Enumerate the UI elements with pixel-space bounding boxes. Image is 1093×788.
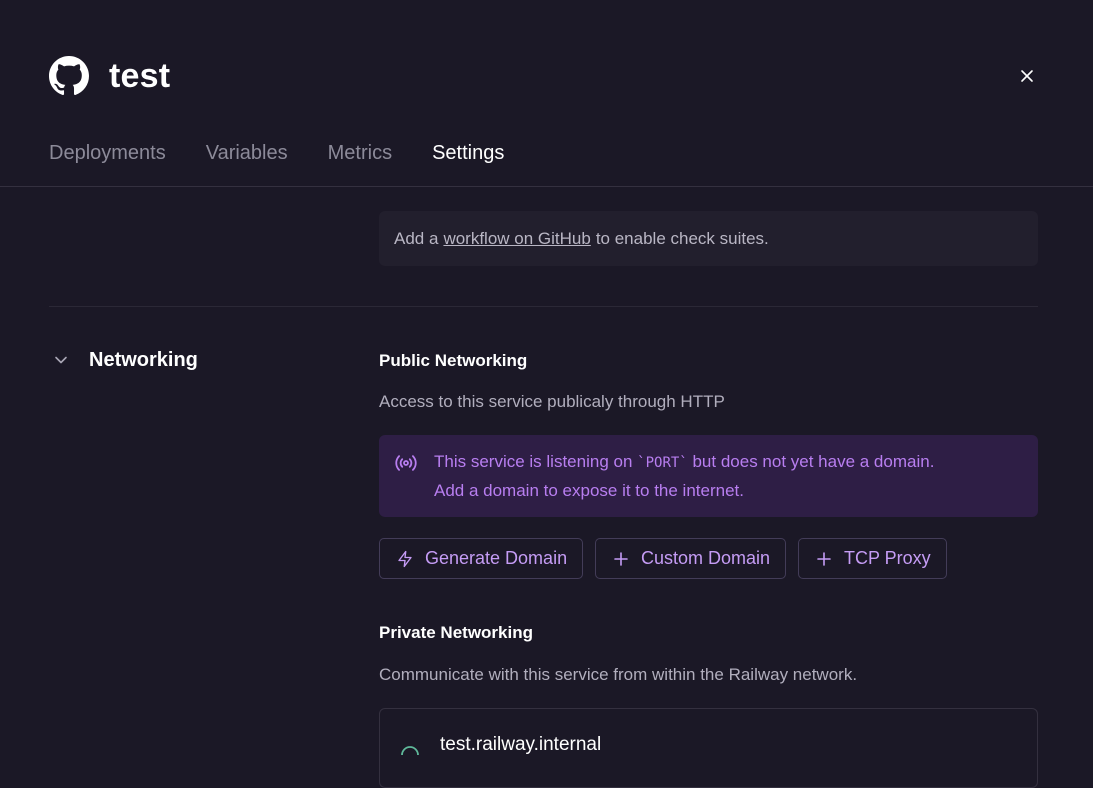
custom-domain-button[interactable]: Custom Domain [595, 538, 787, 579]
check-suites-suffix: to enable check suites. [595, 228, 769, 248]
networking-section-label: Networking [89, 348, 198, 371]
plus-icon [611, 549, 631, 569]
github-icon [49, 56, 89, 96]
tab-bar: Deployments Variables Metrics Settings [49, 142, 544, 187]
service-header: test [49, 56, 170, 96]
private-networking-title: Private Networking [379, 623, 533, 642]
alert-line2: Add a domain to expose it to the interne… [434, 481, 744, 500]
tab-settings[interactable]: Settings [432, 142, 505, 187]
service-title: test [109, 56, 171, 95]
section-divider [49, 306, 1038, 307]
close-icon [1021, 70, 1033, 82]
workflow-github-link[interactable]: workflow on GitHub [443, 229, 590, 249]
tab-metrics[interactable]: Metrics [328, 142, 392, 186]
check-suites-prefix: Add a [394, 228, 439, 248]
tcp-proxy-label: TCP Proxy [844, 548, 931, 568]
public-networking-description: Access to this service publicaly through… [379, 392, 725, 411]
no-domain-alert: This service is listening on `PORT` but … [379, 435, 1038, 517]
public-networking-title: Public Networking [379, 351, 528, 370]
alert-line1-pre: This service is listening on [434, 452, 633, 471]
lightning-icon [395, 549, 415, 569]
chevron-down-icon [49, 348, 73, 372]
tab-deployments[interactable]: Deployments [49, 142, 166, 186]
port-code: `PORT` [637, 455, 688, 471]
broadcast-icon [395, 455, 417, 471]
tab-variables[interactable]: Variables [206, 142, 288, 186]
network-icon [401, 746, 419, 756]
generate-domain-label: Generate Domain [425, 548, 568, 568]
private-networking-description: Communicate with this service from withi… [379, 665, 858, 684]
networking-section-toggle[interactable]: Networking [49, 348, 198, 372]
alert-line1-post: but does not yet have a domain. [692, 452, 935, 471]
plus-icon [814, 549, 834, 569]
generate-domain-button[interactable]: Generate Domain [379, 538, 584, 579]
check-suites-notice: Add a workflow on GitHub to enable check… [379, 211, 1038, 266]
alert-message: This service is listening on `PORT` but … [434, 448, 934, 517]
custom-domain-label: Custom Domain [641, 548, 771, 568]
private-domain-text[interactable]: test.railway.internal [440, 734, 601, 756]
close-button[interactable] [1015, 64, 1039, 88]
tab-bar-divider [0, 186, 1093, 187]
tcp-proxy-button[interactable]: TCP Proxy [798, 538, 947, 579]
